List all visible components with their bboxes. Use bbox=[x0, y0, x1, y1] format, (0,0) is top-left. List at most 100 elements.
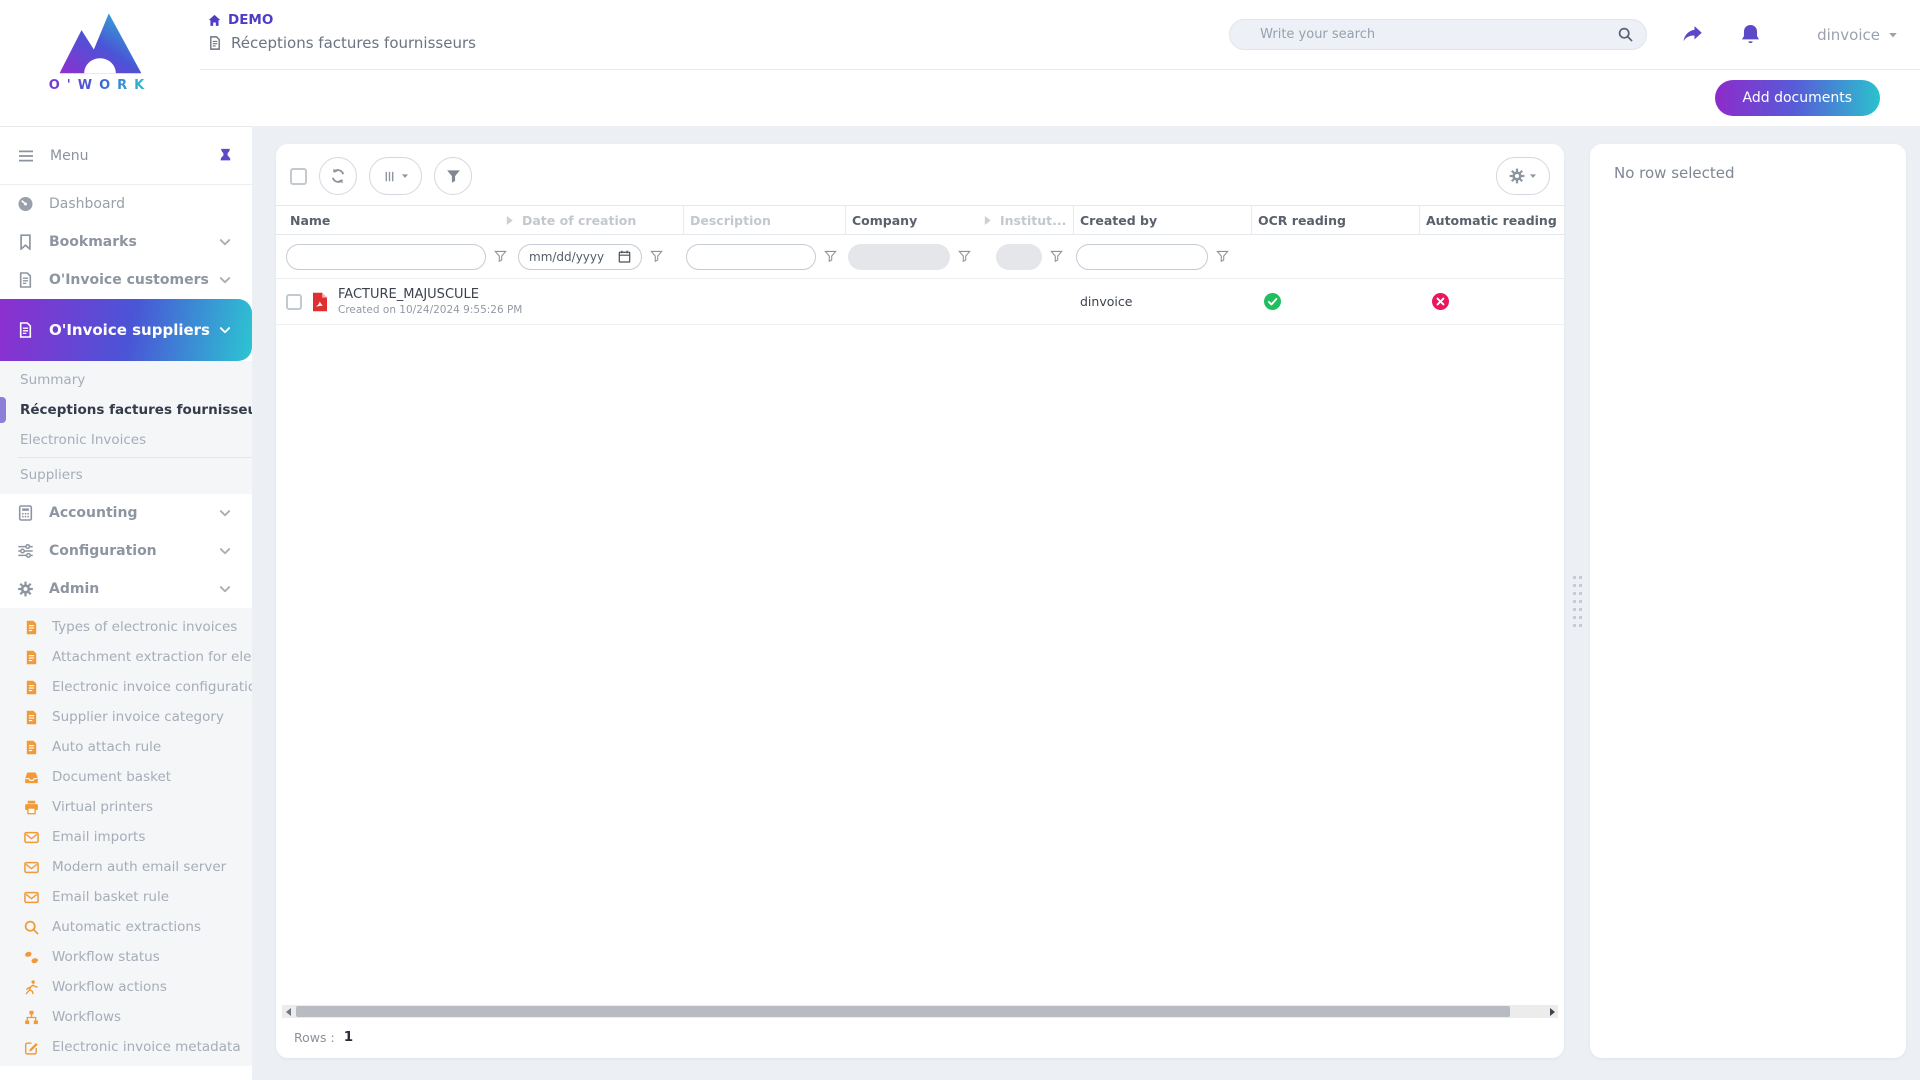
select-all-checkbox[interactable] bbox=[290, 168, 307, 185]
filter-funnel-icon[interactable] bbox=[1050, 250, 1063, 263]
sidebar-item-virtual-printers[interactable]: Virtual printers bbox=[0, 792, 252, 822]
refresh-icon bbox=[330, 168, 346, 184]
sidebar-item-summary[interactable]: Summary bbox=[0, 365, 252, 395]
home-icon bbox=[208, 14, 221, 27]
scroll-right-arrow[interactable] bbox=[1546, 1005, 1558, 1018]
filter-funnel-icon[interactable] bbox=[494, 250, 507, 263]
column-header-ocr-reading[interactable]: OCR reading bbox=[1252, 206, 1420, 234]
pin-icon[interactable] bbox=[219, 148, 232, 163]
filter-button[interactable] bbox=[434, 157, 472, 195]
sidebar-item-attachment-extraction[interactable]: Attachment extraction for electron bbox=[0, 642, 252, 672]
global-search[interactable] bbox=[1229, 19, 1647, 50]
document-icon bbox=[208, 36, 222, 50]
sidebar-item-workflow-status[interactable]: Workflow status bbox=[0, 942, 252, 972]
scrollbar-thumb[interactable] bbox=[296, 1006, 1510, 1017]
chevron-down-icon bbox=[218, 582, 232, 596]
sidebar-item-suppliers[interactable]: Suppliers bbox=[0, 460, 252, 490]
filter-funnel-icon[interactable] bbox=[824, 250, 837, 263]
envelope-icon bbox=[24, 830, 39, 845]
institution-filter-input bbox=[996, 244, 1042, 270]
document-created-note: Created on 10/24/2024 9:55:26 PM bbox=[338, 304, 516, 316]
filter-cell-institution bbox=[994, 235, 1074, 278]
column-header-description[interactable]: Description bbox=[684, 206, 846, 234]
refresh-button[interactable] bbox=[319, 157, 357, 195]
sidebar-item-dashboard[interactable]: Dashboard bbox=[0, 185, 252, 223]
document-name: FACTURE_MAJUSCULE bbox=[338, 287, 516, 302]
sidebar-item-email-basket-rule[interactable]: Email basket rule bbox=[0, 882, 252, 912]
filter-funnel-icon[interactable] bbox=[650, 250, 663, 263]
horizontal-scrollbar[interactable] bbox=[282, 1005, 1558, 1018]
sidebar-item-accounting[interactable]: Accounting bbox=[0, 494, 252, 532]
sidebar-item-receptions-factures[interactable]: Réceptions factures fournisseur 1 bbox=[0, 395, 252, 425]
chevron-down-icon bbox=[218, 323, 232, 337]
table-row[interactable]: FACTURE_MAJUSCULE Created on 10/24/2024 … bbox=[276, 279, 1564, 325]
add-documents-button[interactable]: Add documents bbox=[1715, 80, 1880, 116]
empty-selection-text: No row selected bbox=[1614, 164, 1882, 182]
user-menu[interactable]: dinvoice bbox=[1817, 26, 1898, 44]
filter-funnel-icon[interactable] bbox=[958, 250, 971, 263]
column-header-created-by[interactable]: Created by bbox=[1074, 206, 1252, 234]
column-header-automatic-reading[interactable]: Automatic reading bbox=[1420, 206, 1556, 234]
sidebar-item-electronic-invoice-configuration[interactable]: Electronic invoice configuration bbox=[0, 672, 252, 702]
description-filter-input[interactable] bbox=[686, 244, 816, 270]
created-by-filter-input[interactable] bbox=[1076, 244, 1208, 270]
panel-resize-handle[interactable] bbox=[1564, 144, 1590, 1058]
magnifier-icon bbox=[24, 920, 39, 935]
table-header-row: Name Date of creation Description Compan… bbox=[276, 205, 1564, 235]
documents-table-card: Name Date of creation Description Compan… bbox=[276, 144, 1564, 1058]
runner-icon bbox=[24, 980, 39, 995]
chevron-down-icon bbox=[218, 506, 232, 520]
sidebar-item-configuration[interactable]: Configuration bbox=[0, 532, 252, 570]
edit-pen-icon bbox=[24, 1040, 39, 1055]
table-settings-button[interactable] bbox=[1496, 157, 1550, 195]
name-filter-input[interactable] bbox=[286, 244, 486, 270]
calendar-icon[interactable] bbox=[618, 250, 631, 263]
share-button[interactable] bbox=[1681, 25, 1704, 45]
row-checkbox[interactable] bbox=[286, 294, 302, 310]
date-filter-input[interactable]: mm/dd/yyyy bbox=[518, 244, 642, 270]
invoice-file-icon bbox=[24, 680, 39, 695]
column-header-name[interactable]: Name bbox=[284, 206, 516, 234]
sidebar-item-workflow-actions[interactable]: Workflow actions bbox=[0, 972, 252, 1002]
sidebar-menu-header: Menu bbox=[0, 127, 252, 185]
breadcrumb-root[interactable]: DEMO bbox=[208, 12, 476, 28]
main-content: Name Date of creation Description Compan… bbox=[252, 126, 1920, 1080]
scrollbar-track[interactable] bbox=[294, 1005, 1546, 1018]
sidebar-item-supplier-invoice-category[interactable]: Supplier invoice category bbox=[0, 702, 252, 732]
column-header-institution[interactable]: Institut... bbox=[994, 206, 1074, 234]
sidebar-item-oinvoice-customers[interactable]: O'Invoice customers bbox=[0, 261, 252, 299]
sidebar-item-admin[interactable]: Admin bbox=[0, 570, 252, 608]
sidebar-item-email-imports[interactable]: Email imports bbox=[0, 822, 252, 852]
hamburger-icon[interactable] bbox=[18, 148, 34, 164]
invoice-file-icon bbox=[17, 272, 34, 288]
column-header-company[interactable]: Company bbox=[846, 206, 994, 234]
sidebar-item-oinvoice-suppliers[interactable]: O'Invoice suppliers bbox=[0, 299, 252, 361]
logo-text: O'WORK bbox=[49, 78, 152, 93]
columns-icon bbox=[382, 169, 397, 184]
pdf-file-icon bbox=[312, 292, 328, 312]
sidebar-item-electronic-invoices[interactable]: Electronic Invoices bbox=[0, 425, 252, 455]
sidebar: Menu Dashboard Bookmarks O'Invoice custo… bbox=[0, 126, 252, 1080]
columns-button[interactable] bbox=[369, 157, 422, 195]
column-header-date-of-creation[interactable]: Date of creation bbox=[516, 206, 684, 234]
sidebar-item-types-of-electronic-invoices[interactable]: Types of electronic invoices bbox=[0, 612, 252, 642]
sidebar-item-modern-auth-email-server[interactable]: Modern auth email server bbox=[0, 852, 252, 882]
table-footer: Rows : 1 bbox=[276, 1018, 1564, 1058]
bookmark-icon bbox=[17, 234, 34, 250]
column-expand-icon[interactable] bbox=[983, 215, 992, 226]
sidebar-item-document-basket[interactable]: Document basket bbox=[0, 762, 252, 792]
sidebar-item-bookmarks[interactable]: Bookmarks bbox=[0, 223, 252, 261]
sidebar-item-workflows[interactable]: Workflows bbox=[0, 1002, 252, 1032]
sidebar-item-automatic-extractions[interactable]: Automatic extractions bbox=[0, 912, 252, 942]
invoice-file-icon bbox=[24, 710, 39, 725]
column-expand-icon[interactable] bbox=[505, 215, 514, 226]
sidebar-item-electronic-invoice-metadata[interactable]: Electronic invoice metadata bbox=[0, 1032, 252, 1062]
search-icon[interactable] bbox=[1618, 27, 1633, 42]
drag-dots-icon bbox=[1573, 576, 1582, 627]
filter-funnel-icon[interactable] bbox=[1216, 250, 1229, 263]
top-header: O'WORK DEMO Réceptions factures fourniss… bbox=[0, 0, 1920, 126]
sidebar-item-auto-attach-rule[interactable]: Auto attach rule bbox=[0, 732, 252, 762]
search-input[interactable] bbox=[1260, 27, 1618, 42]
scroll-left-arrow[interactable] bbox=[282, 1005, 294, 1018]
notifications-button[interactable] bbox=[1740, 24, 1761, 45]
